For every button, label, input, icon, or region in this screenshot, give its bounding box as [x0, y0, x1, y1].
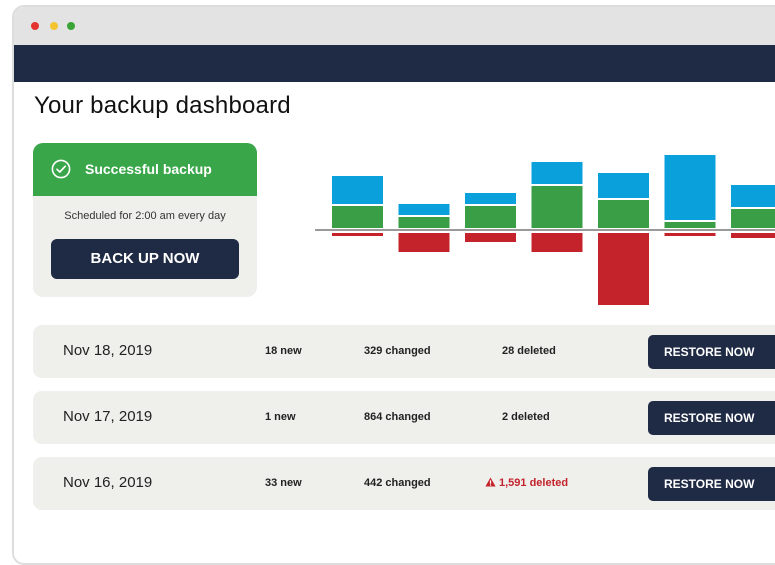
deleted-count: 28 deleted [502, 345, 556, 357]
backup-row: Nov 16, 2019 33 new 442 changed 1,591 delet… [33, 457, 775, 510]
changed-count: 864 changed [364, 411, 431, 423]
new-count: 1 new [265, 411, 296, 423]
close-window-button[interactable] [31, 22, 39, 30]
page-title: Your backup dashboard [34, 92, 291, 119]
backup-status-card: Successful backup Scheduled for 2:00 am … [33, 143, 257, 297]
restore-now-button[interactable]: RESTORE NOW [648, 401, 775, 435]
top-navigation-bar [14, 45, 775, 82]
changed-count: 329 changed [364, 345, 431, 357]
deleted-count: 2 deleted [502, 411, 550, 423]
status-title: Successful backup [85, 161, 212, 177]
restore-now-button[interactable]: RESTORE NOW [648, 467, 775, 501]
check-circle-icon [51, 159, 71, 179]
minimize-window-button[interactable] [50, 22, 58, 30]
changed-count: 442 changed [364, 477, 431, 489]
window-titlebar [14, 7, 775, 45]
backup-date: Nov 16, 2019 [63, 474, 153, 491]
backup-date: Nov 17, 2019 [63, 408, 153, 425]
backup-row: Nov 18, 2019 18 new 329 changed 28 deleted R… [33, 325, 775, 378]
backup-date: Nov 18, 2019 [63, 342, 153, 359]
restore-now-button[interactable]: RESTORE NOW [648, 335, 775, 369]
backup-row: Nov 17, 2019 1 new 864 changed 2 deleted RES… [33, 391, 775, 444]
deleted-count: 1,591 deleted [485, 477, 568, 489]
new-count: 33 new [265, 477, 302, 489]
status-header: Successful backup [33, 143, 257, 196]
schedule-text: Scheduled for 2:00 am every day [64, 210, 226, 222]
warning-icon [485, 477, 496, 487]
zoom-window-button[interactable] [67, 22, 75, 30]
back-up-now-button[interactable]: BACK UP NOW [51, 239, 239, 279]
new-count: 18 new [265, 345, 302, 357]
